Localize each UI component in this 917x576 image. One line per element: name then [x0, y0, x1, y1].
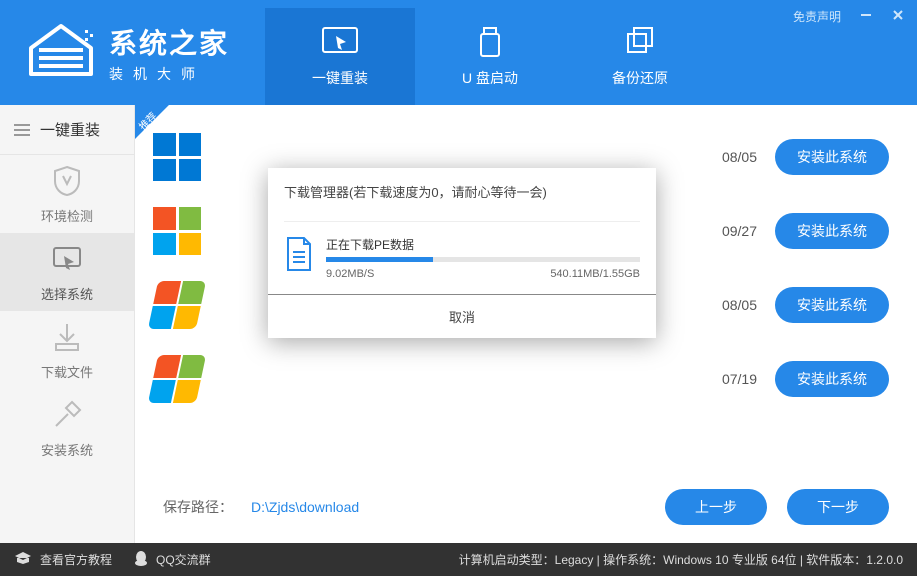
tab-label: 备份还原	[612, 68, 668, 88]
sidebar-item-install[interactable]: 安装系统	[0, 389, 134, 467]
minimize-icon[interactable]	[859, 8, 873, 25]
tools-icon	[50, 398, 84, 432]
install-button[interactable]: 安装此系统	[775, 361, 889, 397]
cancel-button[interactable]: 取消	[268, 294, 656, 338]
graduation-cap-icon	[14, 551, 32, 568]
sidebar-item-label: 安装系统	[41, 440, 93, 459]
save-path-label: 保存路径：	[163, 497, 233, 517]
download-info: 正在下载PE数据 9.02MB/S 540.11MB/1.55GB	[326, 236, 640, 280]
modal-body: 正在下载PE数据 9.02MB/S 540.11MB/1.55GB	[268, 211, 656, 294]
close-icon[interactable]	[891, 8, 905, 25]
download-speed: 9.02MB/S	[326, 268, 374, 280]
download-modal: 下载管理器(若下载速度为0，请耐心等待一会) 正在下载PE数据 9.02MB/S…	[268, 168, 656, 338]
usb-icon	[470, 26, 510, 58]
modal-title: 下载管理器(若下载速度为0，请耐心等待一会)	[268, 168, 656, 211]
sidebar-title-label: 一键重装	[40, 119, 100, 140]
tab-backup[interactable]: 备份还原	[565, 8, 715, 105]
tab-usb-boot[interactable]: U 盘启动	[415, 8, 565, 105]
tab-reinstall[interactable]: 一键重装	[265, 8, 415, 105]
footer-row: 保存路径： D:\Zjds\download 上一步 下一步	[163, 489, 889, 525]
tutorial-link[interactable]: 查看官方教程	[14, 551, 112, 568]
file-icon	[284, 236, 314, 272]
qq-label: QQ交流群	[156, 551, 211, 568]
window-controls: 免责声明	[793, 8, 905, 25]
tab-label: U 盘启动	[462, 68, 518, 88]
download-size: 540.11MB/1.55GB	[550, 268, 640, 280]
app-title: 系统之家	[109, 22, 229, 62]
cursor-icon	[320, 26, 360, 58]
sidebar-title[interactable]: 一键重装	[0, 105, 134, 155]
windows7-icon	[153, 355, 201, 403]
windows7-icon	[153, 281, 201, 329]
qq-icon	[134, 550, 148, 569]
tab-label: 一键重装	[312, 68, 368, 88]
download-stats: 9.02MB/S 540.11MB/1.55GB	[326, 268, 640, 280]
windows-color-icon	[153, 207, 201, 255]
release-date: 07/19	[597, 371, 757, 387]
system-info: 计算机启动类型：Legacy | 操作系统：Windows 10 专业版 64位…	[459, 551, 903, 568]
app-subtitle: 装机大师	[109, 64, 229, 84]
release-date: 08/05	[597, 149, 757, 165]
download-icon	[50, 320, 84, 354]
qq-group-link[interactable]: QQ交流群	[134, 550, 211, 569]
select-icon	[50, 242, 84, 276]
install-button[interactable]: 安装此系统	[775, 139, 889, 175]
tutorial-label: 查看官方教程	[40, 551, 112, 568]
download-task: 正在下载PE数据 9.02MB/S 540.11MB/1.55GB	[284, 221, 640, 280]
download-task-name: 正在下载PE数据	[326, 236, 640, 253]
sidebar-item-download[interactable]: 下载文件	[0, 311, 134, 389]
progress-bar	[326, 257, 640, 262]
prev-button[interactable]: 上一步	[665, 489, 767, 525]
nav-buttons: 上一步 下一步	[665, 489, 889, 525]
shield-icon	[50, 164, 84, 198]
header: 系统之家 装机大师 一键重装 U 盘启动 备份还原 免责声明	[0, 0, 917, 105]
install-button[interactable]: 安装此系统	[775, 287, 889, 323]
save-path-value[interactable]: D:\Zjds\download	[251, 499, 359, 515]
logo-icon	[25, 20, 97, 85]
sidebar-item-label: 下载文件	[41, 362, 93, 381]
list-item: 07/19 安装此系统	[153, 355, 889, 403]
hamburger-icon	[14, 124, 30, 136]
sidebar-item-label: 环境检测	[41, 206, 93, 225]
logo-area: 系统之家 装机大师	[0, 0, 265, 105]
copy-icon	[620, 26, 660, 58]
disclaimer-link[interactable]: 免责声明	[793, 8, 841, 25]
sidebar-item-label: 选择系统	[41, 284, 93, 303]
sidebar: 一键重装 环境检测 选择系统 下载文件 安装系统	[0, 105, 135, 543]
sidebar-item-env-check[interactable]: 环境检测	[0, 155, 134, 233]
next-button[interactable]: 下一步	[787, 489, 889, 525]
install-button[interactable]: 安装此系统	[775, 213, 889, 249]
status-bar: 查看官方教程 QQ交流群 计算机启动类型：Legacy | 操作系统：Windo…	[0, 543, 917, 576]
sidebar-item-select-system[interactable]: 选择系统	[0, 233, 134, 311]
logo-text: 系统之家 装机大师	[109, 22, 229, 84]
recommend-ribbon: 推荐	[135, 105, 183, 153]
